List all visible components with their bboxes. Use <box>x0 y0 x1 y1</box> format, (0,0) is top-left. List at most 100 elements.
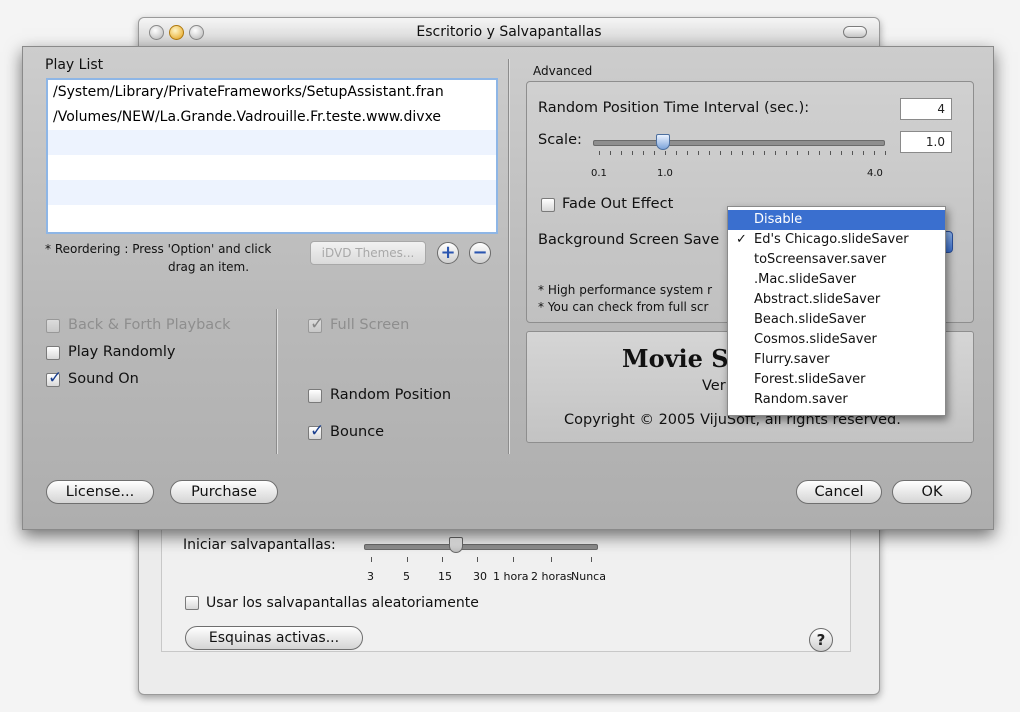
hot-corners-button[interactable]: Esquinas activas... <box>185 626 363 650</box>
window-title: Escritorio y Salvapantallas <box>416 24 602 40</box>
options-divider <box>276 309 278 454</box>
slider-tick <box>551 557 552 562</box>
panel-divider <box>508 59 510 454</box>
bounce-checkbox[interactable] <box>308 421 324 441</box>
scale-tick <box>797 151 798 155</box>
menu-item-cosmos[interactable]: Cosmos.slideSaver <box>728 330 945 350</box>
sound-on-label: Sound On <box>68 371 139 387</box>
slider-tick-label: 3 <box>367 570 374 583</box>
scale-field[interactable]: 1.0 <box>900 131 952 153</box>
toolbar-toggle-button[interactable] <box>843 26 867 38</box>
ok-button[interactable]: OK <box>892 480 972 504</box>
scale-tick <box>687 151 688 155</box>
menu-item-random[interactable]: Random.saver <box>728 390 945 410</box>
interval-label: Random Position Time Interval (sec.): <box>538 100 810 116</box>
background-saver-label: Background Screen Save <box>538 232 720 248</box>
slider-tick-label: 2 horas <box>531 570 573 583</box>
random-position-checkbox[interactable] <box>308 389 322 403</box>
check-fullscreen-note: * You can check from full scr <box>538 300 709 314</box>
scale-tick <box>885 151 886 155</box>
scale-tick <box>698 151 699 155</box>
bounce-label: Bounce <box>330 424 385 440</box>
start-screensaver-label: Iniciar salvapantallas: <box>183 537 336 553</box>
help-button[interactable]: ? <box>809 628 833 652</box>
slider-tick <box>442 557 443 562</box>
slider-tick <box>591 557 592 562</box>
scale-tick <box>863 151 864 155</box>
scale-track <box>593 140 885 146</box>
cancel-button[interactable]: Cancel <box>796 480 882 504</box>
background-saver-menu: Disable ✓ Ed's Chicago.slideSaver toScree… <box>727 206 946 416</box>
menu-item-forest[interactable]: Forest.slideSaver <box>728 370 945 390</box>
scale-tick <box>775 151 776 155</box>
scale-tick <box>753 151 754 155</box>
reorder-hint-line2: drag an item. <box>168 260 250 274</box>
menu-item-label: Flurry.saver <box>754 352 830 367</box>
menu-item-beach[interactable]: Beach.slideSaver <box>728 310 945 330</box>
menu-item-label: Beach.slideSaver <box>754 312 866 327</box>
slider-knob[interactable] <box>449 537 463 553</box>
menu-item-eds-chicago[interactable]: ✓ Ed's Chicago.slideSaver <box>728 230 945 250</box>
scale-tick <box>808 151 809 155</box>
scale-tick <box>654 151 655 155</box>
playlist-item[interactable]: /Volumes/NEW/La.Grande.Vadrouille.Fr.tes… <box>48 105 496 130</box>
performance-note: * High performance system r <box>538 283 713 297</box>
scale-tick <box>764 151 765 155</box>
playlist-box[interactable]: /System/Library/PrivateFrameworks/SetupA… <box>46 78 498 234</box>
purchase-button[interactable]: Purchase <box>170 480 278 504</box>
menu-item-disable[interactable]: Disable <box>728 210 945 230</box>
slider-tick-label: 5 <box>403 570 410 583</box>
scale-tick <box>874 151 875 155</box>
slider-tick-label: 1 hora <box>493 570 529 583</box>
scale-tick <box>665 151 666 155</box>
back-forth-checkbox[interactable] <box>46 319 60 333</box>
playlist-item[interactable]: /System/Library/PrivateFrameworks/SetupA… <box>48 80 496 105</box>
slider-tick-label: 15 <box>438 570 452 583</box>
product-title: Movie Sc <box>622 344 744 373</box>
menu-item-label: .Mac.slideSaver <box>754 272 857 287</box>
fade-out-label: Fade Out Effect <box>562 196 674 212</box>
menu-item-abstract[interactable]: Abstract.slideSaver <box>728 290 945 310</box>
remove-item-button[interactable]: − <box>469 242 491 264</box>
menu-item-label: Cosmos.slideSaver <box>754 332 877 347</box>
scale-min-label: 0.1 <box>591 168 607 179</box>
menu-item-mac[interactable]: .Mac.slideSaver <box>728 270 945 290</box>
scale-tick <box>632 151 633 155</box>
scale-tick <box>676 151 677 155</box>
scale-tick <box>621 151 622 155</box>
play-randomly-checkbox[interactable] <box>46 346 60 360</box>
playlist-empty-row <box>48 205 496 230</box>
play-randomly-label: Play Randomly <box>68 344 176 360</box>
scale-mid-label: 1.0 <box>657 168 673 179</box>
menu-item-flurry[interactable]: Flurry.saver <box>728 350 945 370</box>
scale-tick <box>599 151 600 155</box>
menu-item-label: Disable <box>754 212 803 227</box>
menu-item-label: Ed's Chicago.slideSaver <box>754 232 909 247</box>
random-screensaver-checkbox[interactable] <box>185 596 199 610</box>
scale-tick <box>709 151 710 155</box>
menu-item-toscreensaver[interactable]: toScreensaver.saver <box>728 250 945 270</box>
interval-field[interactable]: 4 <box>900 98 952 120</box>
slider-tick <box>477 557 478 562</box>
scale-tick <box>742 151 743 155</box>
scale-tick <box>819 151 820 155</box>
scale-max-label: 4.0 <box>867 168 883 179</box>
scale-tick <box>841 151 842 155</box>
full-screen-checkbox[interactable] <box>308 314 324 334</box>
menu-item-label: Forest.slideSaver <box>754 372 866 387</box>
fade-out-checkbox[interactable] <box>541 198 555 212</box>
random-screensaver-label: Usar los salvapantallas aleatoriamente <box>206 595 479 611</box>
idvd-themes-button[interactable]: iDVD Themes... <box>310 241 426 265</box>
scale-knob[interactable] <box>656 134 670 150</box>
full-screen-label: Full Screen <box>330 317 410 333</box>
license-button[interactable]: License... <box>46 480 154 504</box>
slider-track <box>364 544 598 550</box>
checkmark-icon: ✓ <box>736 232 747 247</box>
scale-tick <box>643 151 644 155</box>
add-item-button[interactable]: + <box>437 242 459 264</box>
sound-on-checkbox[interactable] <box>46 368 62 388</box>
advanced-label: Advanced <box>533 64 593 78</box>
scale-tick <box>852 151 853 155</box>
slider-tick <box>513 557 514 562</box>
minus-icon: − <box>472 242 488 263</box>
